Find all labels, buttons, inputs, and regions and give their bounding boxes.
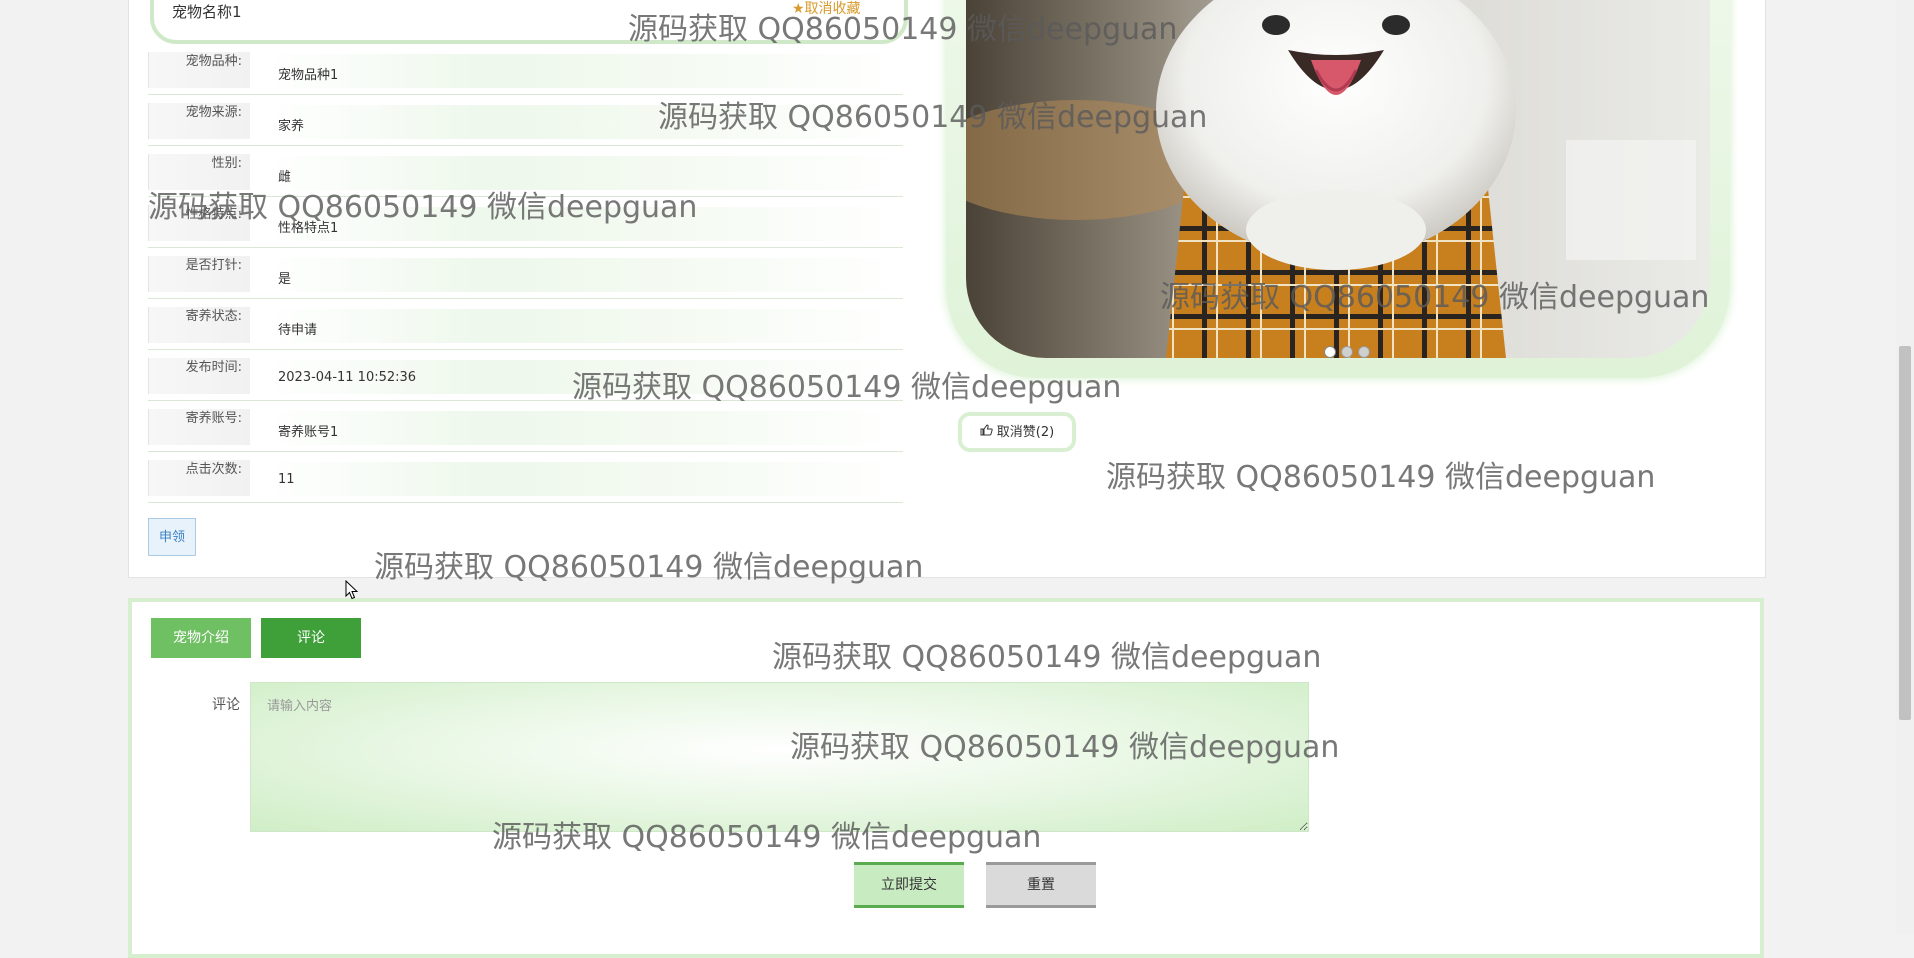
reset-button[interactable]: 重置 xyxy=(986,862,1096,908)
field-row-source: 宠物来源: 家养 xyxy=(148,95,903,146)
thumbs-up-icon xyxy=(980,416,993,450)
carousel-dot-3[interactable] xyxy=(1358,346,1370,358)
field-row-clicks: 点击次数: 11 xyxy=(148,452,903,503)
field-row-personality: 性格特点: 性格特点1 xyxy=(148,197,903,248)
field-label: 宠物来源: xyxy=(148,103,250,139)
unlike-button[interactable]: 取消赞(2) xyxy=(958,412,1076,452)
field-row-gender: 性别: 雌 xyxy=(148,146,903,197)
field-value: 2023-04-11 10:52:36 xyxy=(266,360,903,394)
field-row-publish-time: 发布时间: 2023-04-11 10:52:36 xyxy=(148,350,903,401)
tab-pet-intro[interactable]: 宠物介绍 xyxy=(151,618,251,658)
field-value: 寄养账号1 xyxy=(266,411,903,445)
field-value: 待申请 xyxy=(266,309,903,343)
carousel-dot-1[interactable] xyxy=(1324,346,1336,358)
field-row-vaccinated: 是否打针: 是 xyxy=(148,248,903,299)
field-label: 点击次数: xyxy=(148,460,250,496)
field-row-status: 寄养状态: 待申请 xyxy=(148,299,903,350)
mouse-cursor-icon xyxy=(345,579,359,604)
field-label: 发布时间: xyxy=(148,358,250,394)
comment-label: 评论 xyxy=(212,697,240,713)
field-value: 家养 xyxy=(266,105,903,139)
field-label: 性别: xyxy=(148,154,250,190)
field-label: 性格特点: xyxy=(148,205,250,241)
field-row-account: 寄养账号: 寄养账号1 xyxy=(148,401,903,452)
field-row-breed: 宠物品种: 宠物品种1 xyxy=(148,44,903,95)
field-value: 宠物品种1 xyxy=(266,54,903,88)
field-value: 11 xyxy=(266,462,903,496)
field-value: 雌 xyxy=(266,156,903,190)
field-value: 性格特点1 xyxy=(266,207,903,241)
field-label: 宠物品种: xyxy=(148,52,250,88)
unlike-label: 取消赞(2) xyxy=(996,425,1055,440)
cancel-favorite-link[interactable]: ★取消收藏 xyxy=(792,0,861,18)
tab-comment[interactable]: 评论 xyxy=(261,618,361,658)
field-label: 寄养状态: xyxy=(148,307,250,343)
field-label: 寄养账号: xyxy=(148,409,250,445)
submit-button[interactable]: 立即提交 xyxy=(854,862,964,908)
pet-image-carousel[interactable] xyxy=(946,0,1730,378)
scrollbar-thumb[interactable] xyxy=(1899,346,1911,720)
pet-photo-image xyxy=(966,0,1710,358)
field-value: 是 xyxy=(266,258,903,292)
field-label: 是否打针: xyxy=(148,256,250,292)
carousel-dot-2[interactable] xyxy=(1341,346,1353,358)
carousel-dots xyxy=(1324,346,1370,358)
pet-name: 宠物名称1 xyxy=(172,3,242,21)
pet-photo xyxy=(966,0,1710,358)
comment-textarea[interactable] xyxy=(250,682,1309,832)
apply-button[interactable]: 申领 xyxy=(148,518,196,556)
